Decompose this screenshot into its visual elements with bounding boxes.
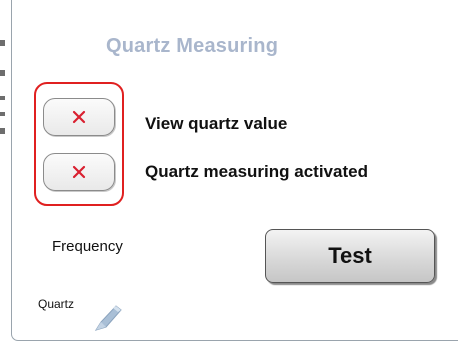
app-window: Quartz Measuring View quartz value Quart… xyxy=(0,0,458,345)
window-left-edge xyxy=(0,0,11,345)
edge-mark xyxy=(0,70,5,76)
quartz-measuring-activated-label: Quartz measuring activated xyxy=(145,162,368,181)
quartz-measuring-activated-checkbox[interactable] xyxy=(43,153,115,191)
edge-mark xyxy=(0,96,5,100)
quartz-label: Quartz xyxy=(38,297,75,311)
x-icon xyxy=(72,110,86,124)
view-quartz-value-checkbox[interactable] xyxy=(43,98,115,136)
edge-mark xyxy=(0,40,5,46)
x-icon xyxy=(72,165,86,179)
view-quartz-value-label: View quartz value xyxy=(145,114,288,133)
frequency-label: Frequency xyxy=(52,238,123,255)
edge-mark xyxy=(0,128,5,134)
test-button[interactable]: Test xyxy=(265,229,435,283)
panel-title: Quartz Measuring xyxy=(106,35,279,57)
edge-mark xyxy=(0,112,5,116)
crystal-icon xyxy=(94,305,122,331)
